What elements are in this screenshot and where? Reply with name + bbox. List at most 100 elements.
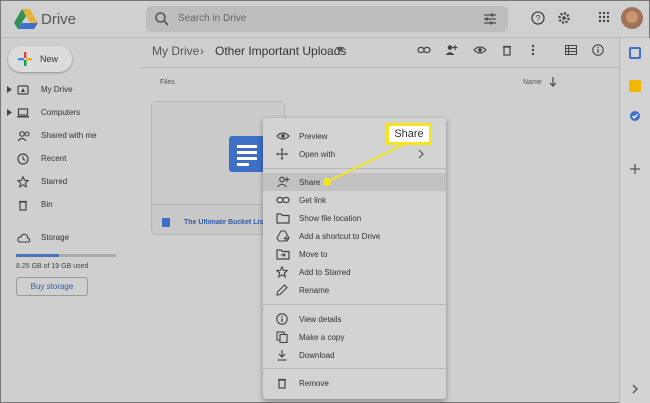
pencil-icon — [276, 284, 288, 296]
clock-icon — [17, 153, 29, 165]
storage-bar-fill — [16, 254, 59, 257]
menu-item-label: Download — [299, 351, 335, 360]
menu-item-label: Show file location — [299, 214, 362, 223]
trash-icon — [278, 378, 286, 389]
add-shortcut-icon — [276, 230, 290, 242]
menu-item-view-details[interactable]: View details — [263, 310, 446, 328]
more-vert-icon[interactable] — [530, 44, 536, 56]
move-arrows-icon — [276, 148, 288, 160]
menu-item-label: View details — [299, 315, 342, 324]
sidebar-item-label: Recent — [41, 154, 67, 163]
chevron-down-icon[interactable] — [336, 47, 344, 52]
menu-item-move-to[interactable]: Move to — [263, 245, 446, 263]
menu-item-remove[interactable]: Remove — [263, 374, 446, 392]
help-icon[interactable]: ? — [531, 11, 545, 25]
people-icon — [17, 131, 30, 142]
apps-grid-icon[interactable] — [598, 11, 610, 23]
svg-text:?: ? — [535, 14, 540, 24]
cloud-icon — [17, 233, 31, 243]
folder-icon — [276, 213, 290, 224]
menu-item-make-a-copy[interactable]: Make a copy — [263, 328, 446, 346]
storage-used-text: 8.25 GB of 19 GB used — [16, 263, 89, 270]
star-icon — [276, 266, 288, 278]
menu-item-rename[interactable]: Rename — [263, 281, 446, 299]
menu-item-label: Share — [299, 178, 321, 187]
breadcrumb-separator: › — [200, 44, 204, 58]
menu-item-label: Get link — [299, 196, 327, 205]
sidebar-item-starred[interactable]: Starred — [1, 173, 141, 191]
sidebar-item-label: My Drive — [41, 85, 73, 94]
tasks-icon[interactable] — [629, 110, 641, 122]
menu-divider — [263, 304, 446, 305]
storage-bar — [16, 254, 116, 257]
search-input[interactable]: Search in Drive — [178, 13, 246, 24]
info-icon — [276, 313, 288, 325]
breadcrumb-current[interactable]: Other Important Uploads — [215, 44, 346, 58]
move-to-icon — [276, 249, 290, 260]
drive-logo-icon — [14, 9, 38, 29]
menu-item-get-link[interactable]: Get link — [263, 191, 446, 209]
menu-item-add-shortcut[interactable]: Add a shortcut to Drive — [263, 227, 446, 245]
search-options-icon[interactable] — [482, 11, 498, 27]
menu-divider — [263, 368, 446, 369]
callout-pointer — [323, 142, 408, 186]
sidebar-item-my-drive[interactable]: My Drive — [1, 81, 141, 99]
sidebar-item-bin[interactable]: Bin — [1, 196, 141, 214]
eye-icon — [276, 132, 290, 140]
my-drive-icon — [17, 85, 29, 95]
sidebar-item-label: Shared with me — [41, 131, 97, 140]
trash-icon[interactable] — [501, 44, 513, 56]
gear-icon[interactable] — [557, 11, 571, 25]
avatar[interactable] — [621, 7, 643, 29]
chevron-right-icon[interactable] — [629, 383, 641, 395]
link-icon[interactable] — [417, 44, 431, 56]
menu-item-label: Remove — [299, 379, 329, 388]
new-button-label: New — [40, 54, 59, 64]
sidebar-item-computers[interactable]: Computers — [1, 104, 141, 122]
search-bar[interactable]: Search in Drive — [146, 6, 508, 32]
docs-file-icon — [162, 218, 170, 227]
menu-item-download[interactable]: Download — [263, 346, 446, 364]
files-section-label: Files — [160, 79, 175, 86]
sidebar-item-recent[interactable]: Recent — [1, 150, 141, 168]
sort-by-name[interactable]: Name — [523, 79, 542, 86]
storage-label: Storage — [41, 233, 70, 242]
sidebar-item-shared-with-me[interactable]: Shared with me — [1, 127, 141, 145]
plus-icon — [18, 52, 32, 66]
eye-icon[interactable] — [473, 45, 487, 55]
arrow-down-icon[interactable] — [549, 77, 557, 87]
search-icon[interactable] — [154, 11, 170, 27]
computer-icon — [17, 108, 29, 118]
menu-item-label: Rename — [299, 286, 330, 295]
top-bar: Drive Search in Drive ? — [1, 1, 649, 38]
divider — [141, 67, 619, 68]
menu-item-label: Move to — [299, 250, 328, 259]
buy-storage-button[interactable]: Buy storage — [16, 277, 88, 296]
sidebar-item-label: Bin — [41, 200, 53, 209]
new-button[interactable]: New — [8, 46, 72, 72]
breadcrumb-root[interactable]: My Drive — [152, 44, 199, 58]
keep-icon[interactable] — [629, 80, 641, 92]
sidebar-item-label: Starred — [41, 177, 68, 186]
calendar-icon[interactable] — [629, 47, 641, 59]
star-icon — [17, 176, 29, 188]
app-name: Drive — [41, 11, 77, 28]
menu-item-label: Preview — [299, 132, 328, 141]
menu-item-label: Make a copy — [299, 333, 345, 342]
person-add-icon[interactable] — [444, 44, 458, 56]
menu-item-label: Add to Starred — [299, 268, 351, 277]
list-view-icon[interactable] — [565, 45, 577, 55]
link-icon — [276, 196, 290, 204]
plus-icon[interactable] — [629, 163, 641, 175]
app-window: Drive Search in Drive ? New My Drive Com… — [0, 0, 650, 403]
caret-right-icon[interactable] — [7, 109, 12, 116]
google-docs-icon — [229, 136, 265, 172]
menu-item-label: Add a shortcut to Drive — [299, 232, 381, 241]
download-icon — [277, 350, 287, 361]
person-add-icon — [277, 176, 290, 188]
menu-item-show-file-location[interactable]: Show file location — [263, 209, 446, 227]
info-icon[interactable] — [592, 44, 604, 56]
sidebar-item-storage[interactable]: Storage — [1, 229, 141, 247]
menu-item-add-to-starred[interactable]: Add to Starred — [263, 263, 446, 281]
caret-right-icon[interactable] — [7, 86, 12, 93]
